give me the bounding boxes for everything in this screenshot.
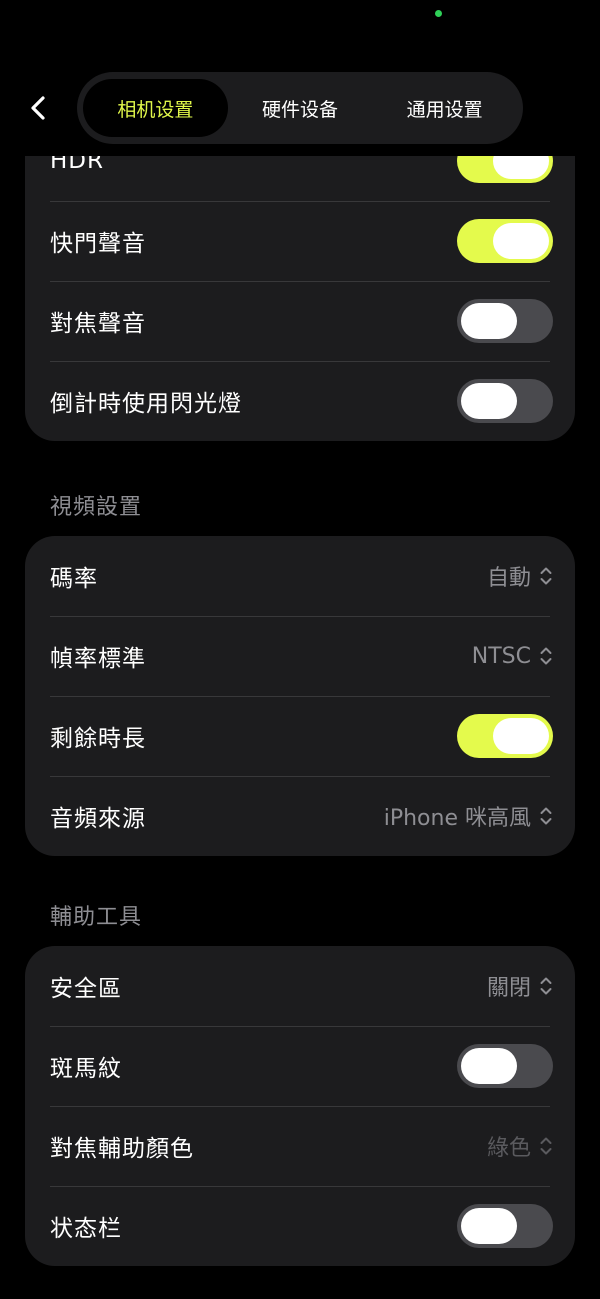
tab-general-settings[interactable]: 通用设置 [372, 79, 517, 137]
toggle-knob [461, 383, 517, 419]
safe-area-picker[interactable]: 關閉 [487, 970, 553, 1002]
chevron-up-down-icon [540, 647, 552, 665]
focus-assist-color-picker[interactable]: 綠色 [487, 1130, 553, 1162]
status-bar-row: 状态栏 [25, 1186, 575, 1266]
framerate-standard-label: 幀率標準 [50, 646, 146, 672]
hdr-label: HDR [50, 156, 104, 174]
assist-tools-header: 輔助工具 [50, 905, 143, 930]
bitrate-row[interactable]: 碼率 自動 [25, 536, 575, 616]
countdown-flash-row: 倒計時使用閃光燈 [25, 361, 575, 441]
safe-area-value: 關閉 [486, 976, 531, 1001]
remaining-time-label: 剩餘時長 [50, 726, 146, 752]
focus-assist-color-value: 綠色 [486, 1136, 531, 1161]
toggle-knob [493, 718, 549, 754]
shutter-sound-label: 快門聲音 [50, 231, 146, 257]
toggle-knob [493, 156, 549, 179]
safe-area-row[interactable]: 安全區 關閉 [25, 946, 575, 1026]
bitrate-value: 自動 [486, 566, 531, 591]
status-bar-toggle[interactable] [457, 1204, 553, 1248]
hdr-toggle[interactable] [457, 156, 553, 183]
chevron-up-down-icon [540, 807, 552, 825]
status-bar-label: 状态栏 [50, 1216, 122, 1242]
focus-assist-color-label: 對焦輔助顏色 [50, 1136, 194, 1162]
settings-scroll-area[interactable]: HDR 快門聲音 對焦聲音 倒計時使用閃光燈 視頻設置 碼率 自動 幀率標準 N… [0, 156, 600, 1299]
focus-sound-toggle[interactable] [457, 299, 553, 343]
remaining-time-row: 剩餘時長 [25, 696, 575, 776]
focus-assist-color-row[interactable]: 對焦輔助顏色 綠色 [25, 1106, 575, 1186]
audio-source-picker[interactable]: iPhone 咪高風 [384, 800, 553, 832]
camera-settings-card: HDR 快門聲音 對焦聲音 倒計時使用閃光燈 [25, 156, 575, 441]
toggle-knob [461, 303, 517, 339]
focus-sound-label: 對焦聲音 [50, 311, 146, 337]
zebra-row: 斑馬紋 [25, 1026, 575, 1106]
toggle-knob [493, 223, 549, 259]
countdown-flash-toggle[interactable] [457, 379, 553, 423]
countdown-flash-label: 倒計時使用閃光燈 [50, 391, 242, 417]
audio-source-row[interactable]: 音頻來源 iPhone 咪高風 [25, 776, 575, 856]
toggle-knob [461, 1048, 517, 1084]
bitrate-picker[interactable]: 自動 [487, 560, 553, 592]
framerate-standard-row[interactable]: 幀率標準 NTSC [25, 616, 575, 696]
chevron-left-icon [31, 96, 45, 120]
bitrate-label: 碼率 [50, 566, 98, 592]
chevron-up-down-icon [540, 1137, 552, 1155]
remaining-time-toggle[interactable] [457, 714, 553, 758]
framerate-standard-value: NTSC [471, 643, 531, 669]
settings-tab-bar: 相机设置 硬件设备 通用设置 [77, 72, 523, 144]
toggle-knob [461, 1208, 517, 1244]
video-settings-header: 視頻設置 [50, 495, 143, 520]
chevron-up-down-icon [540, 977, 552, 995]
assist-tools-card: 安全區 關閉 斑馬紋 對焦輔助顏色 綠色 状态栏 [25, 946, 575, 1266]
status-indicator-dot [435, 10, 442, 17]
hdr-row: HDR [25, 156, 575, 201]
shutter-sound-toggle[interactable] [457, 219, 553, 263]
focus-sound-row: 對焦聲音 [25, 281, 575, 361]
zebra-toggle[interactable] [457, 1044, 553, 1088]
chevron-up-down-icon [540, 567, 552, 585]
tab-hardware-devices[interactable]: 硬件设备 [228, 79, 373, 137]
audio-source-label: 音頻來源 [50, 806, 146, 832]
video-settings-card: 碼率 自動 幀率標準 NTSC 剩餘時長 音頻來源 iPhone 咪高風 [25, 536, 575, 856]
back-button[interactable] [20, 88, 56, 128]
safe-area-label: 安全區 [50, 976, 122, 1002]
framerate-standard-picker[interactable]: NTSC [472, 644, 553, 669]
shutter-sound-row: 快門聲音 [25, 201, 575, 281]
tab-camera-settings[interactable]: 相机设置 [83, 79, 228, 137]
audio-source-value: iPhone 咪高風 [383, 806, 531, 831]
zebra-label: 斑馬紋 [50, 1056, 122, 1082]
